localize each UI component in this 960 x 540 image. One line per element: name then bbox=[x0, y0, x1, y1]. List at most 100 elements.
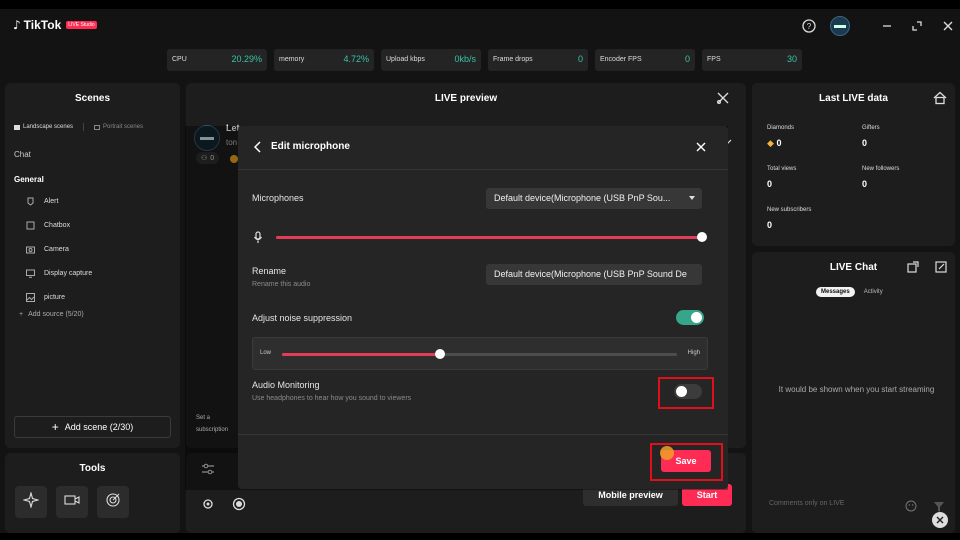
volume-slider[interactable] bbox=[276, 232, 707, 242]
tab-activity[interactable]: Activity bbox=[859, 287, 888, 297]
volume-fill bbox=[276, 236, 702, 239]
scene-chat[interactable]: Chat bbox=[14, 150, 31, 159]
audio-monitoring-label: Audio Monitoring bbox=[252, 380, 320, 390]
stat-upload: Upload kbps 0kb/s bbox=[381, 49, 481, 71]
maximize-icon[interactable] bbox=[908, 17, 926, 35]
source-item-display-capture[interactable]: Display capture bbox=[26, 269, 92, 278]
noise-thumb[interactable] bbox=[435, 349, 445, 359]
plus-icon: + bbox=[51, 420, 59, 434]
popout-chat-icon[interactable] bbox=[907, 260, 919, 278]
tools-panel: Tools bbox=[5, 453, 180, 533]
tab-separator bbox=[83, 123, 85, 131]
picture-icon bbox=[26, 293, 35, 302]
app-logo: ♪ TikTok LIVE Studio bbox=[13, 18, 97, 32]
source-item-alert[interactable]: Alert bbox=[26, 197, 58, 206]
dialog-header: Edit microphone bbox=[238, 126, 728, 170]
noise-suppression-toggle[interactable] bbox=[676, 310, 704, 325]
stat-gifters: Gifters 0 bbox=[862, 125, 880, 148]
stat-cpu: CPU 20.29% bbox=[167, 49, 267, 71]
record-icon[interactable] bbox=[232, 497, 246, 516]
title-bar: ♪ TikTok LIVE Studio ? bbox=[0, 9, 960, 45]
close-window-icon[interactable] bbox=[939, 17, 957, 35]
rename-input[interactable]: Default device(Microphone (USB PnP Sound… bbox=[486, 264, 702, 285]
noise-high-label: High bbox=[687, 350, 700, 356]
chat-tabs: Messages Activity bbox=[816, 287, 888, 297]
highlight-monitoring-toggle bbox=[658, 377, 714, 409]
toggle-knob bbox=[691, 312, 702, 323]
landscape-icon bbox=[14, 124, 20, 130]
gear-icon[interactable] bbox=[201, 497, 215, 516]
stat-fps: FPS 30 bbox=[702, 49, 802, 71]
emoji-icon[interactable] bbox=[905, 499, 917, 517]
scene-tabs: Landscape scenes Portrait scenes bbox=[14, 123, 143, 131]
home-icon[interactable] bbox=[933, 91, 947, 110]
scene-general[interactable]: General bbox=[14, 175, 44, 184]
microphone-icon bbox=[253, 231, 263, 249]
last-live-data-panel: Last LIVE data Diamonds ◆ 0 Gifters 0 To… bbox=[752, 83, 955, 246]
tiktok-note-icon: ♪ bbox=[13, 18, 21, 32]
dialog-title: Edit microphone bbox=[271, 141, 350, 152]
highlight-save-button bbox=[650, 443, 723, 481]
scenes-title: Scenes bbox=[74, 93, 111, 104]
diamond-icon: ◆ bbox=[767, 138, 774, 148]
back-arrow-icon[interactable] bbox=[253, 140, 263, 158]
stat-new-followers: New followers 0 bbox=[862, 166, 900, 189]
target-icon bbox=[105, 492, 121, 513]
rename-label: Rename bbox=[252, 266, 287, 276]
stat-frame-drops: Frame drops 0 bbox=[488, 49, 588, 71]
scenes-panel: Scenes Landscape scenes Portrait scenes … bbox=[5, 83, 180, 448]
expand-chat-icon[interactable] bbox=[935, 260, 947, 278]
live-chat-title: LIVE Chat bbox=[829, 262, 878, 273]
stat-total-views: Total views 0 bbox=[767, 166, 797, 189]
noise-fill bbox=[282, 353, 440, 356]
rename-sublabel: Rename this audio bbox=[252, 281, 311, 288]
edit-microphone-dialog: Edit microphone Microphones Default devi… bbox=[238, 126, 728, 489]
noise-suppression-label: Adjust noise suppression bbox=[252, 313, 353, 323]
microphones-label: Microphones bbox=[252, 193, 304, 203]
chevron-down-icon bbox=[689, 196, 695, 200]
svg-text:?: ? bbox=[807, 22, 812, 31]
camera-icon bbox=[26, 245, 35, 254]
source-item-chatbox[interactable]: Chatbox bbox=[26, 221, 70, 230]
alert-icon bbox=[26, 197, 35, 206]
last-live-title: Last LIVE data bbox=[819, 93, 888, 104]
noise-low-label: Low bbox=[260, 350, 272, 356]
noise-slider[interactable] bbox=[282, 349, 677, 359]
tools-title: Tools bbox=[79, 463, 106, 474]
add-scene-button[interactable]: + Add scene (2/30) bbox=[14, 416, 171, 438]
tools-crossed-icon[interactable] bbox=[716, 91, 730, 110]
tool-effects[interactable] bbox=[15, 486, 47, 518]
minimize-icon[interactable] bbox=[878, 17, 896, 35]
source-item-picture[interactable]: picture bbox=[26, 293, 65, 302]
help-icon[interactable]: ? bbox=[800, 17, 818, 35]
display-icon bbox=[26, 269, 35, 278]
portrait-icon bbox=[94, 124, 101, 130]
logo-badge: LIVE Studio bbox=[66, 21, 97, 29]
user-avatar[interactable] bbox=[830, 16, 850, 36]
logo-text: TikTok bbox=[23, 18, 62, 32]
chatbox-icon bbox=[26, 221, 35, 230]
stat-encoder-fps: Encoder FPS 0 bbox=[595, 49, 695, 71]
stat-memory: memory 4.72% bbox=[274, 49, 374, 71]
stat-new-subscribers: New subscribers 0 bbox=[767, 207, 812, 230]
video-camera-icon bbox=[64, 492, 80, 513]
source-item-camera[interactable]: Camera bbox=[26, 245, 69, 254]
tool-goal[interactable] bbox=[97, 486, 129, 518]
comment-input[interactable]: Comments only on LIVE bbox=[762, 492, 920, 516]
chat-empty-state: It would be shown when you start streami… bbox=[778, 385, 935, 394]
tab-messages[interactable]: Messages bbox=[816, 287, 855, 297]
audio-monitoring-sublabel: Use headphones to hear how you sound to … bbox=[252, 395, 412, 402]
tab-landscape-scenes[interactable]: Landscape scenes bbox=[14, 123, 73, 131]
live-preview-title: LIVE preview bbox=[434, 93, 498, 104]
volume-thumb[interactable] bbox=[697, 232, 707, 242]
add-source-button[interactable]: + Add source (5/20) bbox=[19, 311, 84, 318]
tab-portrait-scenes[interactable]: Portrait scenes bbox=[94, 123, 143, 131]
sparkle-icon bbox=[21, 490, 41, 513]
noise-level-box: Low High bbox=[252, 337, 708, 370]
footer-divider bbox=[238, 434, 728, 435]
close-icon[interactable] bbox=[695, 140, 707, 158]
plus-icon: + bbox=[19, 311, 24, 318]
tool-camera[interactable] bbox=[56, 486, 88, 518]
close-overlay-icon[interactable] bbox=[932, 512, 948, 528]
microphone-select[interactable]: Default device(Microphone (USB PnP Sou..… bbox=[486, 188, 702, 209]
